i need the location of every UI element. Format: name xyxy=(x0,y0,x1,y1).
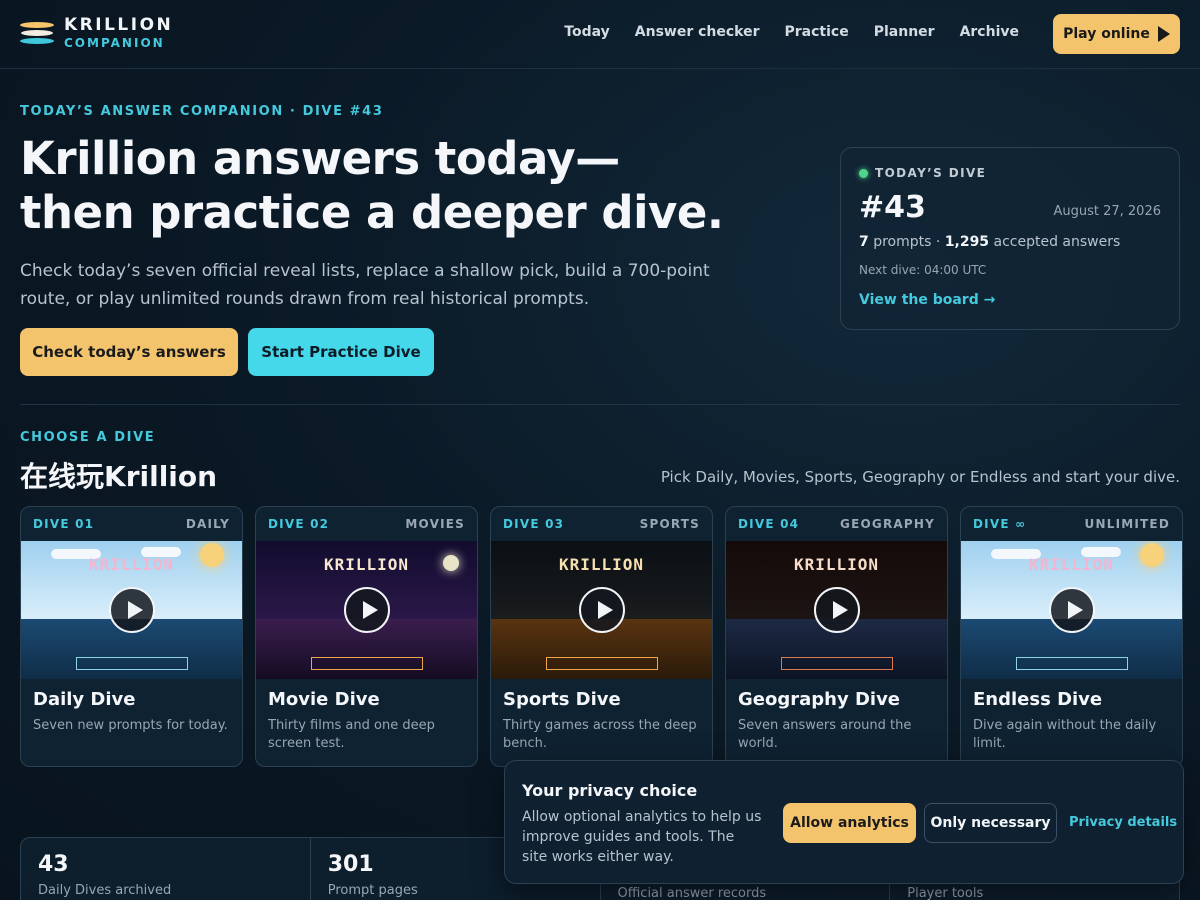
krill-logo-icon xyxy=(20,22,54,44)
dive-category: GEOGRAPHY xyxy=(840,517,935,531)
today-stats: 7 prompts · 1,295 accepted answers xyxy=(859,234,1120,250)
stat-value: 43 xyxy=(38,852,69,877)
site-header: KRILLION COMPANION Today Answer checker … xyxy=(0,0,1200,69)
start-practice-button[interactable]: Start Practice Dive xyxy=(248,328,434,376)
dive-title: Geography Dive xyxy=(738,689,901,710)
play-online-label: Play online xyxy=(1063,26,1150,42)
play-video-icon[interactable] xyxy=(344,587,390,633)
dive-title: Endless Dive xyxy=(973,689,1103,710)
dives-subtitle: Pick Daily, Movies, Sports, Geography or… xyxy=(660,468,1180,486)
live-dot-icon xyxy=(859,168,868,178)
dive-number: DIVE 01 xyxy=(33,517,95,531)
stat-label: Official answer records xyxy=(617,886,767,900)
next-dive-time: Next dive: 04:00 UTC xyxy=(859,263,987,277)
dive-card-sports[interactable]: DIVE 03 SPORTS KRILLION Sports Dive Thirt… xyxy=(490,506,713,767)
only-necessary-button[interactable]: Only necessary xyxy=(924,803,1057,843)
today-label-text: TODAY’S DIVE xyxy=(875,166,987,180)
privacy-details-link[interactable]: Privacy details xyxy=(1069,815,1177,830)
nav-archive[interactable]: Archive xyxy=(960,24,1019,40)
nav-answer-checker[interactable]: Answer checker xyxy=(635,24,760,40)
privacy-title: Your privacy choice xyxy=(522,781,698,800)
dive-title: Daily Dive xyxy=(33,689,136,710)
dive-title: Sports Dive xyxy=(503,689,621,710)
dive-cards: DIVE 01 DAILY KRILLION Daily Dive Seven n… xyxy=(20,506,1183,767)
play-video-icon[interactable] xyxy=(109,587,155,633)
view-board-link[interactable]: View the board → xyxy=(859,292,995,308)
stat-label: Prompt pages xyxy=(327,883,418,898)
dive-category: SPORTS xyxy=(639,517,700,531)
play-online-button[interactable]: Play online xyxy=(1053,14,1180,54)
dive-card-geography[interactable]: DIVE 04 GEOGRAPHY KRILLION Geography Dive… xyxy=(725,506,948,767)
thumbnail-logo: KRILLION xyxy=(1028,555,1115,574)
hero-eyebrow: TODAY’S ANSWER COMPANION · DIVE #43 xyxy=(20,104,384,119)
main-nav: Today Answer checker Practice Planner Ar… xyxy=(564,24,1019,40)
dive-number: DIVE 04 xyxy=(738,517,800,531)
nav-practice[interactable]: Practice xyxy=(785,24,849,40)
play-video-icon[interactable] xyxy=(579,587,625,633)
prompt-count-label: prompts · xyxy=(873,234,941,250)
hero-subtitle: Check today’s seven official reveal list… xyxy=(20,261,710,309)
dive-thumbnail: KRILLION xyxy=(491,541,712,679)
hero-title-line1: Krillion answers today— xyxy=(20,132,620,185)
thumbnail-logo: KRILLION xyxy=(88,555,175,574)
today-date: August 27, 2026 xyxy=(1053,204,1161,219)
stat-label: Player tools xyxy=(907,886,984,900)
prompt-count: 7 xyxy=(859,234,869,250)
privacy-description: Allow optional analytics to help us impr… xyxy=(522,809,762,865)
thumbnail-logo: KRILLION xyxy=(558,555,645,574)
dive-thumbnail: KRILLION xyxy=(256,541,477,679)
answer-count: 1,295 xyxy=(944,234,990,250)
hero-title: Krillion answers today— then practice a … xyxy=(20,132,780,240)
play-video-icon[interactable] xyxy=(814,587,860,633)
dive-category: DAILY xyxy=(185,517,230,531)
thumbnail-logo: KRILLION xyxy=(323,555,410,574)
nav-planner[interactable]: Planner xyxy=(874,24,935,40)
dive-thumbnail: KRILLION xyxy=(21,541,242,679)
dive-description: Thirty films and one deep screen test. xyxy=(268,718,435,751)
dive-title: Movie Dive xyxy=(268,689,380,710)
play-icon xyxy=(1157,26,1170,42)
dive-description: Dive again without the daily limit. xyxy=(973,718,1157,751)
dive-number: DIVE ∞ xyxy=(973,517,1027,531)
allow-analytics-button[interactable]: Allow analytics xyxy=(783,803,916,843)
dive-thumbnail: KRILLION xyxy=(726,541,947,679)
answer-count-label: accepted answers xyxy=(993,234,1121,250)
today-dive-number: #43 xyxy=(859,190,926,225)
hero-title-line2: then practice a deeper dive. xyxy=(20,186,724,239)
thumbnail-logo: KRILLION xyxy=(793,555,880,574)
brand-sub: COMPANION xyxy=(64,36,165,50)
dive-category: MOVIES xyxy=(405,517,465,531)
dives-eyebrow: CHOOSE A DIVE xyxy=(20,430,156,445)
dive-description: Seven new prompts for today. xyxy=(33,718,228,733)
dive-category: UNLIMITED xyxy=(1084,517,1170,531)
stat-item: 43 Daily Dives archived xyxy=(21,838,311,900)
dive-number: DIVE 02 xyxy=(268,517,330,531)
dive-number: DIVE 03 xyxy=(503,517,565,531)
privacy-banner: Your privacy choice Allow optional analy… xyxy=(504,760,1184,884)
check-answers-button[interactable]: Check today’s answers xyxy=(20,328,238,376)
dives-title: 在线玩Krillion xyxy=(20,460,218,493)
brand-name: KRILLION xyxy=(64,15,174,35)
dive-card-endless[interactable]: DIVE ∞ UNLIMITED KRILLION Endless Dive Di… xyxy=(960,506,1183,767)
today-dive-card: TODAY’S DIVE #43 August 27, 2026 7 promp… xyxy=(840,147,1180,330)
logo[interactable]: KRILLION COMPANION xyxy=(20,15,173,51)
dive-description: Thirty games across the deep bench. xyxy=(503,718,697,751)
section-divider xyxy=(20,404,1180,405)
dive-card-movies[interactable]: DIVE 02 MOVIES KRILLION Movie Dive Thirty… xyxy=(255,506,478,767)
stat-label: Daily Dives archived xyxy=(38,883,172,898)
today-label: TODAY’S DIVE xyxy=(859,166,986,180)
dive-thumbnail: KRILLION xyxy=(961,541,1182,679)
play-video-icon[interactable] xyxy=(1049,587,1095,633)
nav-today[interactable]: Today xyxy=(564,24,609,40)
dive-card-daily[interactable]: DIVE 01 DAILY KRILLION Daily Dive Seven n… xyxy=(20,506,243,767)
dive-description: Seven answers around the world. xyxy=(738,718,912,751)
